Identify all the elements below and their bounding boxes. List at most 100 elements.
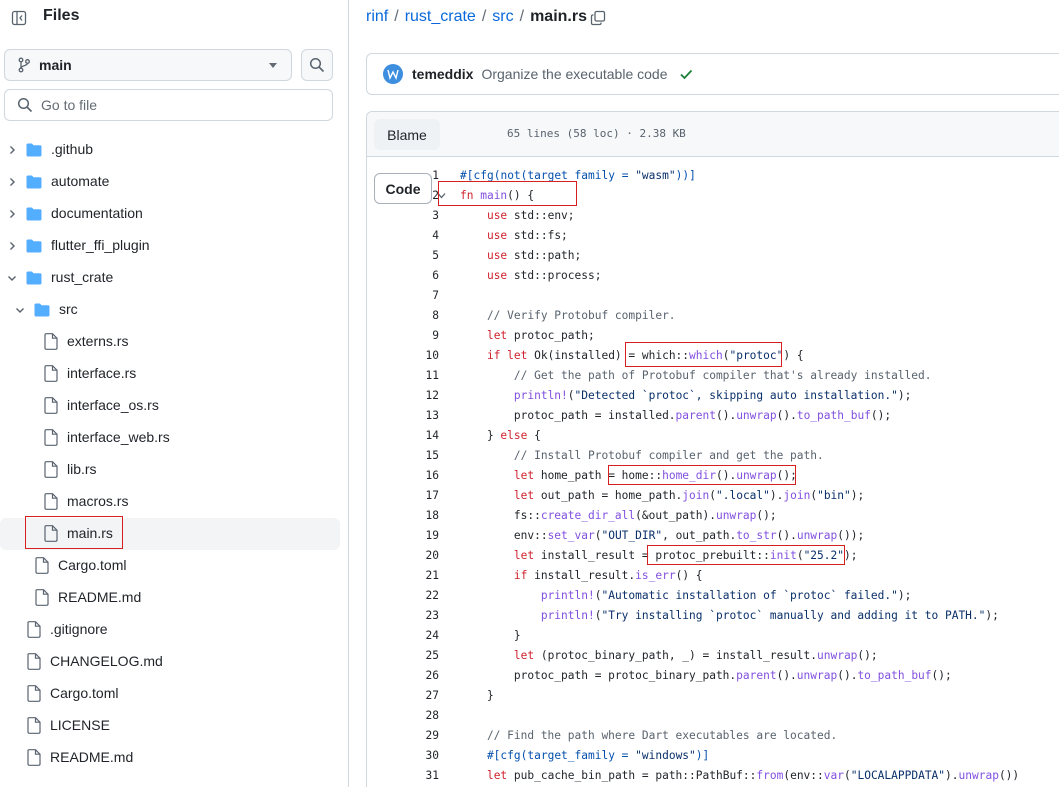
chevron-right-icon[interactable] [6,176,18,188]
tree-file-readme-md[interactable]: README.md [0,742,340,774]
line-number[interactable]: 3 [397,206,439,226]
go-to-file-input[interactable] [41,97,321,113]
avatar[interactable] [383,64,403,84]
code-line[interactable]: 1 #[cfg(not(target_family = "wasm"))] [367,166,1059,186]
chevron-down-icon[interactable] [14,304,26,316]
code-line[interactable]: 5 use std::path; [367,246,1059,266]
code-line[interactable]: 11 // Get the path of Protobuf compiler … [367,366,1059,386]
breadcrumb-repo-link[interactable]: rinf [366,8,388,26]
tree-file-cargo-toml[interactable]: Cargo.toml [0,678,340,710]
breadcrumb-crate-link[interactable]: rust_crate [405,8,476,26]
line-number[interactable]: 26 [397,666,439,686]
tree-file-cargo-toml[interactable]: Cargo.toml [0,550,340,582]
code-line[interactable]: 20 let install_result = protoc_prebuilt:… [367,546,1059,566]
line-number[interactable]: 27 [397,686,439,706]
code-line[interactable]: 30 #[cfg(target_family = "windows")] [367,746,1059,766]
code-line[interactable]: 27 } [367,686,1059,706]
chevron-right-icon[interactable] [6,208,18,220]
tree-folder-documentation[interactable]: documentation [0,198,340,230]
line-number[interactable]: 5 [397,246,439,266]
code-line[interactable]: 6 use std::process; [367,266,1059,286]
line-number[interactable]: 15 [397,446,439,466]
line-number[interactable]: 6 [397,266,439,286]
line-number[interactable]: 11 [397,366,439,386]
line-number[interactable]: 9 [397,326,439,346]
tree-file-main-rs[interactable]: main.rs [0,518,340,550]
code-line[interactable]: 28 [367,706,1059,726]
code-line[interactable]: 10 if let Ok(installed) = which::which("… [367,346,1059,366]
line-number[interactable]: 23 [397,606,439,626]
code-line[interactable]: 29 // Find the path where Dart executabl… [367,726,1059,746]
tree-file-interface-rs[interactable]: interface.rs [0,358,340,390]
line-number[interactable]: 1 [397,166,439,186]
code-line[interactable]: 31 let pub_cache_bin_path = path::PathBu… [367,766,1059,786]
tree-folder-rust-crate[interactable]: rust_crate [0,262,340,294]
line-number[interactable]: 19 [397,526,439,546]
tree-file-externs-rs[interactable]: externs.rs [0,326,340,358]
code-line[interactable]: 26 protoc_path = protoc_binary_path.pare… [367,666,1059,686]
code-line[interactable]: 8 // Verify Protobuf compiler. [367,306,1059,326]
line-number[interactable]: 29 [397,726,439,746]
commit-message-link[interactable]: Organize the executable code [481,66,667,82]
line-number[interactable]: 30 [397,746,439,766]
code-line[interactable]: 23 println!("Try installing `protoc` man… [367,606,1059,626]
line-number[interactable]: 20 [397,546,439,566]
code-line[interactable]: 21 if install_result.is_err() { [367,566,1059,586]
chevron-down-icon[interactable] [6,272,18,284]
chevron-right-icon[interactable] [6,144,18,156]
line-number[interactable]: 31 [397,766,439,786]
tree-folder-flutter-ffi-plugin[interactable]: flutter_ffi_plugin [0,230,340,262]
go-to-file-field[interactable] [4,89,333,121]
code-line[interactable]: 16 let home_path = home::home_dir().unwr… [367,466,1059,486]
search-button[interactable] [301,49,333,81]
code-line[interactable]: 13 protoc_path = installed.parent().unwr… [367,406,1059,426]
line-number[interactable]: 2 [397,186,439,206]
code-line[interactable]: 9 let protoc_path; [367,326,1059,346]
code-line[interactable]: 4 use std::fs; [367,226,1059,246]
code-line[interactable]: 17 let out_path = home_path.join(".local… [367,486,1059,506]
commit-author-link[interactable]: temeddix [412,66,473,82]
tree-file-changelog-md[interactable]: CHANGELOG.md [0,646,340,678]
line-number[interactable]: 18 [397,506,439,526]
tree-file-readme-md[interactable]: README.md [0,582,340,614]
tree-file-lib-rs[interactable]: lib.rs [0,454,340,486]
collapse-sidebar-button[interactable] [5,4,33,32]
tree-file-macros-rs[interactable]: macros.rs [0,486,340,518]
code-line[interactable]: 15 // Install Protobuf compiler and get … [367,446,1059,466]
code-line[interactable]: 3 use std::env; [367,206,1059,226]
line-number[interactable]: 14 [397,426,439,446]
line-number[interactable]: 28 [397,706,439,726]
line-number[interactable]: 22 [397,586,439,606]
line-number[interactable]: 8 [397,306,439,326]
line-number[interactable]: 10 [397,346,439,366]
line-number[interactable]: 4 [397,226,439,246]
line-number[interactable]: 12 [397,386,439,406]
fold-chevron-icon[interactable] [437,191,446,200]
line-number[interactable]: 25 [397,646,439,666]
branch-selector-button[interactable]: main [4,49,292,81]
code-line[interactable]: 25 let (protoc_binary_path, _) = install… [367,646,1059,666]
line-number[interactable]: 17 [397,486,439,506]
tree-file-interface-os-rs[interactable]: interface_os.rs [0,390,340,422]
line-number[interactable]: 16 [397,466,439,486]
code-line[interactable]: 24 } [367,626,1059,646]
breadcrumb-dir-link[interactable]: src [492,8,513,26]
code-line[interactable]: 19 env::set_var("OUT_DIR", out_path.to_s… [367,526,1059,546]
code-line[interactable]: 2 fn main() { [367,186,1059,206]
line-number[interactable]: 24 [397,626,439,646]
code-line[interactable]: 22 println!("Automatic installation of `… [367,586,1059,606]
chevron-right-icon[interactable] [6,240,18,252]
tree-file-interface-web-rs[interactable]: interface_web.rs [0,422,340,454]
check-icon[interactable] [679,67,693,81]
line-number[interactable]: 13 [397,406,439,426]
code-line[interactable]: 12 println!("Detected `protoc`, skipping… [367,386,1059,406]
tree-file-license[interactable]: LICENSE [0,710,340,742]
tree-folder-automate[interactable]: automate [0,166,340,198]
code-line[interactable]: 7 [367,286,1059,306]
tree-file-gitignore[interactable]: .gitignore [0,614,340,646]
tree-folder-github[interactable]: .github [0,134,340,166]
code-line[interactable]: 14 } else { [367,426,1059,446]
copy-path-button[interactable] [587,7,609,29]
line-number[interactable]: 21 [397,566,439,586]
tab-blame[interactable]: Blame [374,119,440,150]
